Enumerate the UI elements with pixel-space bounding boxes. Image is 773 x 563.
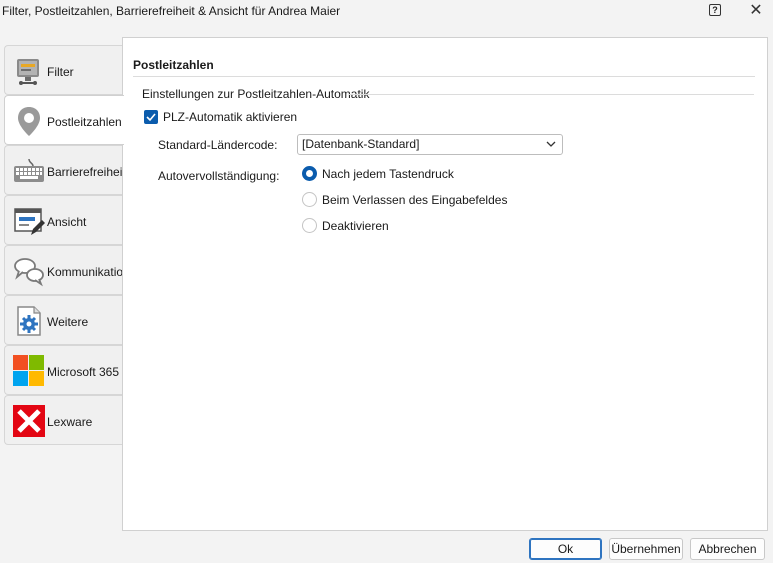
- content-panel: Postleitzahlen Einstellungen zur Postlei…: [122, 37, 768, 531]
- country-code-select[interactable]: [Datenbank-Standard]: [297, 134, 563, 155]
- chat-bubbles-icon: [14, 258, 44, 287]
- radio-label: Beim Verlassen des Eingabefeldes: [322, 192, 508, 207]
- group-title: Einstellungen zur Postleitzahlen-Automat…: [142, 87, 370, 101]
- tab-barrierefreiheit[interactable]: Barrierefreiheit: [4, 145, 126, 195]
- view-edit-icon: [14, 208, 45, 235]
- tab-filter[interactable]: Filter: [4, 45, 123, 95]
- radio-button[interactable]: [302, 192, 317, 207]
- radio-label: Nach jedem Tastendruck: [322, 166, 454, 181]
- tab-weitere[interactable]: Weitere: [4, 295, 123, 345]
- microsoft-logo-icon: [13, 355, 44, 386]
- plz-automatik-checkbox-row[interactable]: PLZ-Automatik aktivieren: [144, 110, 297, 124]
- tab-label: Lexware: [47, 415, 93, 429]
- tab-label: Postleitzahlen: [47, 115, 122, 129]
- tab-label: Kommunikation: [47, 265, 130, 279]
- lexware-logo-icon: [13, 405, 45, 437]
- tab-kommunikation[interactable]: Kommunikation: [4, 245, 130, 295]
- tab-microsoft-365[interactable]: Microsoft 365: [4, 345, 123, 395]
- country-code-value: [Datenbank-Standard]: [302, 137, 420, 151]
- help-button[interactable]: ?: [709, 4, 721, 16]
- group-divider: [349, 94, 754, 95]
- tab-postleitzahlen[interactable]: Postleitzahlen: [4, 95, 124, 145]
- tab-label: Ansicht: [47, 215, 87, 229]
- window-title: Filter, Postleitzahlen, Barrierefreiheit…: [2, 4, 341, 18]
- country-code-label: Standard-Ländercode:: [158, 138, 278, 152]
- radio-label: Deaktivieren: [322, 218, 389, 233]
- cancel-button[interactable]: Abbrechen: [690, 538, 765, 560]
- section-title: Postleitzahlen: [133, 58, 214, 72]
- radio-option-disable[interactable]: Deaktivieren: [302, 218, 389, 233]
- radio-button[interactable]: [302, 166, 317, 181]
- section-divider: [133, 76, 755, 77]
- keyboard-icon: [14, 158, 44, 182]
- gear-document-icon: [17, 306, 41, 336]
- plz-automatik-checkbox[interactable]: [144, 110, 158, 124]
- tab-label: Filter: [47, 65, 74, 79]
- autocomplete-label: Autovervollständigung:: [158, 169, 280, 183]
- radio-button[interactable]: [302, 218, 317, 233]
- chevron-down-icon: [546, 141, 556, 147]
- tab-label: Weitere: [47, 315, 89, 329]
- filter-icon: [17, 59, 39, 85]
- tab-label: Barrierefreiheit: [47, 165, 126, 179]
- radio-option-every-keystroke[interactable]: Nach jedem Tastendruck: [302, 166, 454, 181]
- ok-button[interactable]: Ok: [529, 538, 602, 560]
- close-button[interactable]: ✕: [746, 2, 766, 20]
- map-pin-icon: [18, 107, 40, 136]
- plz-automatik-label: PLZ-Automatik aktivieren: [163, 110, 298, 124]
- apply-button[interactable]: Übernehmen: [609, 538, 683, 560]
- tab-label: Microsoft 365: [47, 365, 120, 379]
- tab-lexware[interactable]: Lexware: [4, 395, 123, 445]
- title-bar: Filter, Postleitzahlen, Barrierefreiheit…: [0, 0, 773, 24]
- checkmark-icon: [146, 113, 156, 122]
- radio-option-on-leave[interactable]: Beim Verlassen des Eingabefeldes: [302, 192, 507, 207]
- tab-ansicht[interactable]: Ansicht: [4, 195, 123, 245]
